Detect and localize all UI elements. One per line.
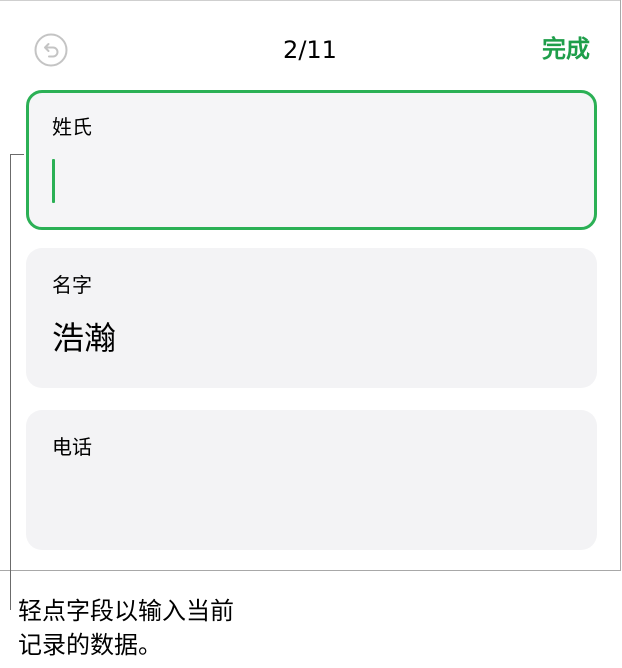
callout-leader-line: [10, 154, 11, 610]
field-label-last-name: 姓氏: [52, 115, 92, 139]
screen-top-edge: [0, 0, 620, 1]
field-label-first-name: 名字: [52, 273, 92, 297]
field-card-first-name[interactable]: 名字 浩瀚: [26, 248, 597, 388]
text-caret: [52, 159, 55, 203]
field-value-first-name: 浩瀚: [52, 319, 117, 357]
done-button[interactable]: 完成: [542, 31, 590, 67]
field-card-last-name[interactable]: 姓氏: [26, 90, 597, 230]
undo-button[interactable]: [34, 33, 68, 67]
callout-leader-tick: [10, 154, 24, 155]
callout-line-1: 轻点字段以输入当前: [18, 597, 234, 625]
callout-text: 轻点字段以输入当前 记录的数据。: [18, 594, 318, 662]
field-card-phone[interactable]: 电话: [26, 410, 597, 550]
callout-line-2: 记录的数据。: [18, 631, 162, 659]
figure-frame: 2/11 完成 姓氏 名字 浩瀚 电话 轻点字段以输入当前 记录的数据。: [0, 0, 622, 668]
undo-icon: [34, 33, 68, 67]
field-label-phone: 电话: [52, 435, 92, 459]
record-counter: 2/11: [283, 36, 337, 64]
form-screen: 2/11 完成 姓氏 名字 浩瀚 电话: [0, 0, 621, 571]
